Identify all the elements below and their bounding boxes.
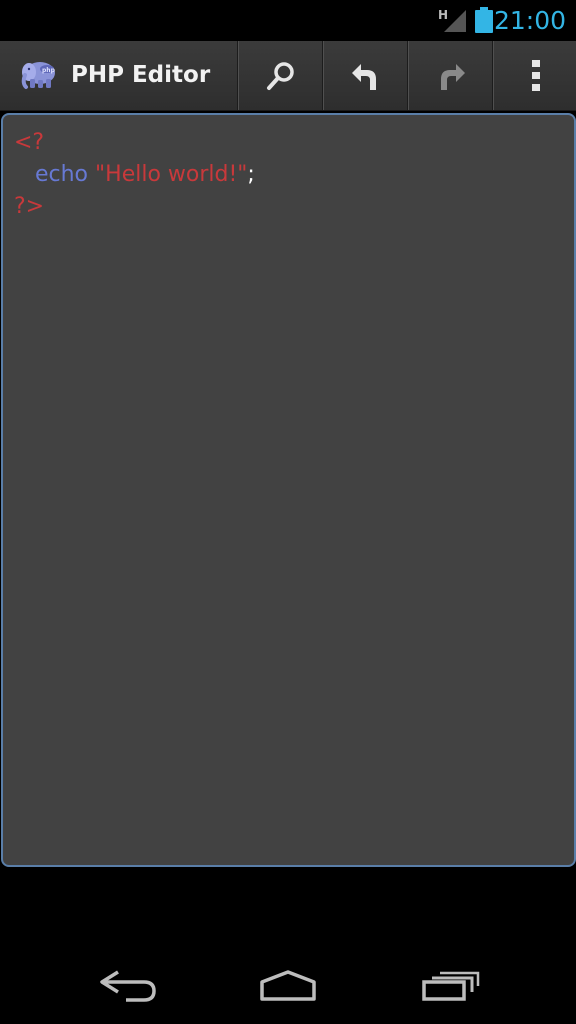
undo-button[interactable] xyxy=(322,41,407,110)
code-text: <? echo "Hello world!"; ?> xyxy=(14,127,255,223)
overflow-menu-button[interactable] xyxy=(492,41,576,110)
battery-icon xyxy=(475,7,493,33)
search-icon xyxy=(267,62,294,90)
back-icon xyxy=(100,970,156,1002)
action-bar: php PHP Editor xyxy=(0,41,576,111)
redo-icon xyxy=(441,64,465,90)
recent-apps-button[interactable] xyxy=(408,962,488,1008)
recent-apps-icon xyxy=(422,971,480,1001)
code-token-plain: ; xyxy=(247,162,255,187)
svg-text:php: php xyxy=(42,67,56,74)
code-line: <? xyxy=(14,127,255,159)
code-token-tag: <? xyxy=(14,130,45,155)
php-elephant-icon: php xyxy=(20,59,58,91)
overflow-menu-icon xyxy=(532,60,540,91)
code-editor[interactable]: <? echo "Hello world!"; ?> xyxy=(1,113,576,867)
code-token-kw: echo xyxy=(34,162,89,187)
code-token-tag: ?> xyxy=(14,194,45,219)
redo-button[interactable] xyxy=(407,41,492,110)
code-token-str: "Hello world!" xyxy=(95,162,248,187)
home-icon xyxy=(260,970,316,1001)
app-home-button[interactable]: php PHP Editor xyxy=(0,41,236,110)
back-button[interactable] xyxy=(88,962,168,1008)
code-line: echo "Hello world!"; xyxy=(14,159,255,191)
undo-icon xyxy=(352,64,376,90)
status-clock: 21:00 xyxy=(493,6,566,35)
app-title: PHP Editor xyxy=(71,62,211,88)
status-bar: H 21:00 xyxy=(0,0,576,41)
network-type-label: H xyxy=(438,8,448,22)
signal-icon: H xyxy=(438,6,468,34)
code-line: ?> xyxy=(14,191,255,223)
search-button[interactable] xyxy=(237,41,322,110)
screen: H 21:00 php PHP Editor <? echo "Hello wo… xyxy=(0,0,576,1024)
navigation-bar xyxy=(0,940,576,1024)
home-button[interactable] xyxy=(248,962,328,1008)
